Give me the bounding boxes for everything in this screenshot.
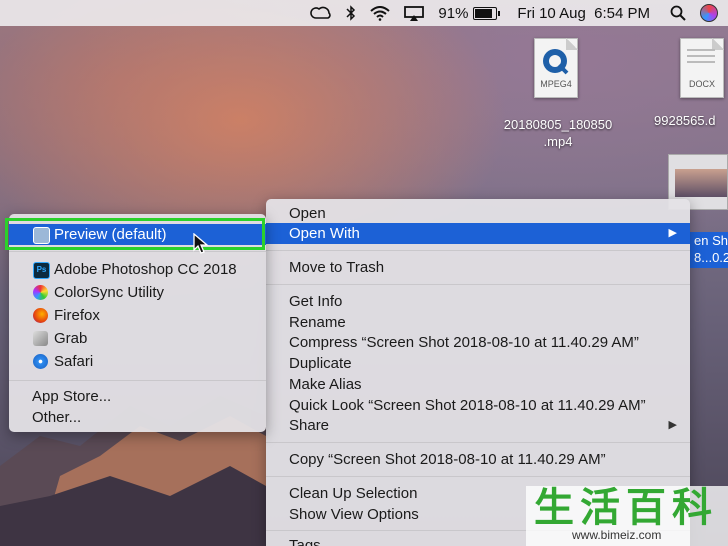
file-type-badge: MPEG4 <box>540 79 572 89</box>
app-item-grab[interactable]: Grab <box>9 328 266 349</box>
file-type-badge: DOCX <box>688 79 715 89</box>
app-item-photoshop[interactable]: Ps Adobe Photoshop CC 2018 <box>9 259 266 280</box>
battery-level-fill <box>475 8 492 18</box>
menu-item-get-info[interactable]: Get Info <box>266 291 690 312</box>
quicktime-icon <box>543 49 569 75</box>
app-item-safari[interactable]: Safari <box>9 351 266 372</box>
watermark-logo-text: 生活百科 <box>534 486 718 530</box>
photoshop-app-icon: Ps <box>33 262 50 279</box>
menu-item-other[interactable]: Other... <box>9 407 266 428</box>
menu-item-copy[interactable]: Copy “Screen Shot 2018-08-10 at 11.40.29… <box>266 449 690 470</box>
safari-app-icon <box>33 354 48 369</box>
menu-item-compress[interactable]: Compress “Screen Shot 2018-08-10 at 11.4… <box>266 332 690 353</box>
menu-item-move-to-trash[interactable]: Move to Trash <box>266 257 690 278</box>
battery-percent: 91% <box>438 4 469 22</box>
menu-item-app-store[interactable]: App Store... <box>9 386 266 407</box>
menu-separator <box>266 442 690 443</box>
menu-item-open[interactable]: Open <box>266 203 690 224</box>
menu-separator <box>266 284 690 285</box>
menu-separator <box>266 476 690 477</box>
clock[interactable]: Fri 10 Aug 6:54 PM <box>517 5 650 22</box>
menu-item-make-alias[interactable]: Make Alias <box>266 374 690 395</box>
menu-separator <box>9 251 266 252</box>
creative-cloud-icon[interactable] <box>310 6 332 20</box>
highlight-annotation-box <box>5 218 265 250</box>
mouse-pointer-icon <box>193 233 209 254</box>
grab-app-icon <box>33 331 48 346</box>
thumbnail-image <box>675 169 727 197</box>
document-file-icon: DOCX <box>680 38 724 98</box>
video-file-icon: MPEG4 <box>534 38 578 98</box>
menu-bar: 91% Fri 10 Aug 6:54 PM <box>0 0 728 26</box>
menu-item-quick-look[interactable]: Quick Look “Screen Shot 2018-08-10 at 11… <box>266 395 690 416</box>
app-item-firefox[interactable]: Firefox <box>9 305 266 326</box>
file-name: 9928565.d <box>654 113 716 128</box>
firefox-app-icon <box>33 308 48 323</box>
menu-item-duplicate[interactable]: Duplicate <box>266 353 690 374</box>
bluetooth-icon[interactable] <box>346 5 356 21</box>
spotlight-search-icon[interactable] <box>670 5 686 21</box>
app-item-colorsync[interactable]: ColorSync Utility <box>9 282 266 303</box>
file-extension: .mp4 <box>543 134 573 149</box>
menu-item-share[interactable]: Share ▶ <box>266 415 690 436</box>
airplay-icon[interactable] <box>404 5 425 21</box>
colorsync-app-icon <box>33 285 48 300</box>
menu-item-rename[interactable]: Rename <box>266 312 690 333</box>
wifi-icon[interactable] <box>370 5 391 21</box>
menu-separator <box>266 250 690 251</box>
submenu-arrow-icon: ▶ <box>668 227 677 239</box>
selected-file-label[interactable]: en Sh 8...0.2 <box>690 232 728 268</box>
battery-icon[interactable] <box>473 6 501 20</box>
submenu-arrow-icon: ▶ <box>668 419 677 431</box>
file-name: 20180805_180850 <box>503 117 613 132</box>
watermark: 生活百科 www.bimeiz.com <box>526 486 728 546</box>
menu-separator <box>9 380 266 381</box>
watermark-url: www.bimeiz.com <box>572 528 662 542</box>
siri-icon[interactable] <box>700 4 718 22</box>
menu-item-open-with[interactable]: Open With ▶ <box>266 223 690 244</box>
